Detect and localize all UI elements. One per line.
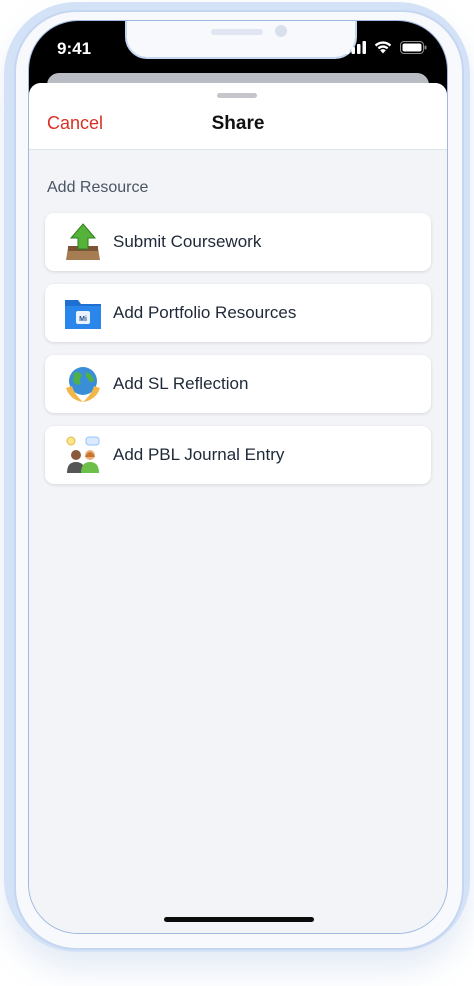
sheet-grabber[interactable] [217, 93, 257, 98]
add-pbl-journal-entry-item[interactable]: Add PBL Journal Entry [45, 426, 431, 484]
resource-list: Submit Coursework Mi Add Portfolio Resou… [45, 213, 431, 497]
status-icons [346, 41, 427, 54]
notch [125, 21, 357, 59]
signal-icon [346, 41, 366, 54]
add-portfolio-resources-item[interactable]: Mi Add Portfolio Resources [45, 284, 431, 342]
sheet-title: Share [211, 113, 265, 134]
camera [275, 25, 287, 37]
status-time: 9:41 [57, 39, 92, 58]
speaker [211, 29, 263, 35]
submit-coursework-item[interactable]: Submit Coursework [45, 213, 431, 271]
wifi-icon [374, 41, 392, 54]
people-discussion-icon [63, 435, 103, 475]
item-label: Submit Coursework [113, 232, 262, 251]
upload-tray-icon [63, 222, 103, 262]
item-label: Add Portfolio Resources [113, 303, 297, 322]
home-indicator[interactable] [164, 917, 314, 922]
item-label: Add SL Reflection [113, 374, 249, 393]
section-label: Add Resource [47, 179, 149, 196]
svg-text:Mi: Mi [79, 316, 87, 323]
item-label: Add PBL Journal Entry [113, 445, 285, 464]
share-sheet: Cancel Share Add Resource Submit Coursew… [29, 83, 447, 933]
globe-hands-icon [63, 364, 103, 404]
sheet-header: Cancel Share [29, 83, 447, 150]
battery-icon [400, 41, 427, 54]
add-sl-reflection-item[interactable]: Add SL Reflection [45, 355, 431, 413]
portfolio-folder-icon: Mi [63, 293, 103, 333]
device-screen: 9:41 Cancel Share Add Resource Submit Co… [28, 20, 448, 934]
